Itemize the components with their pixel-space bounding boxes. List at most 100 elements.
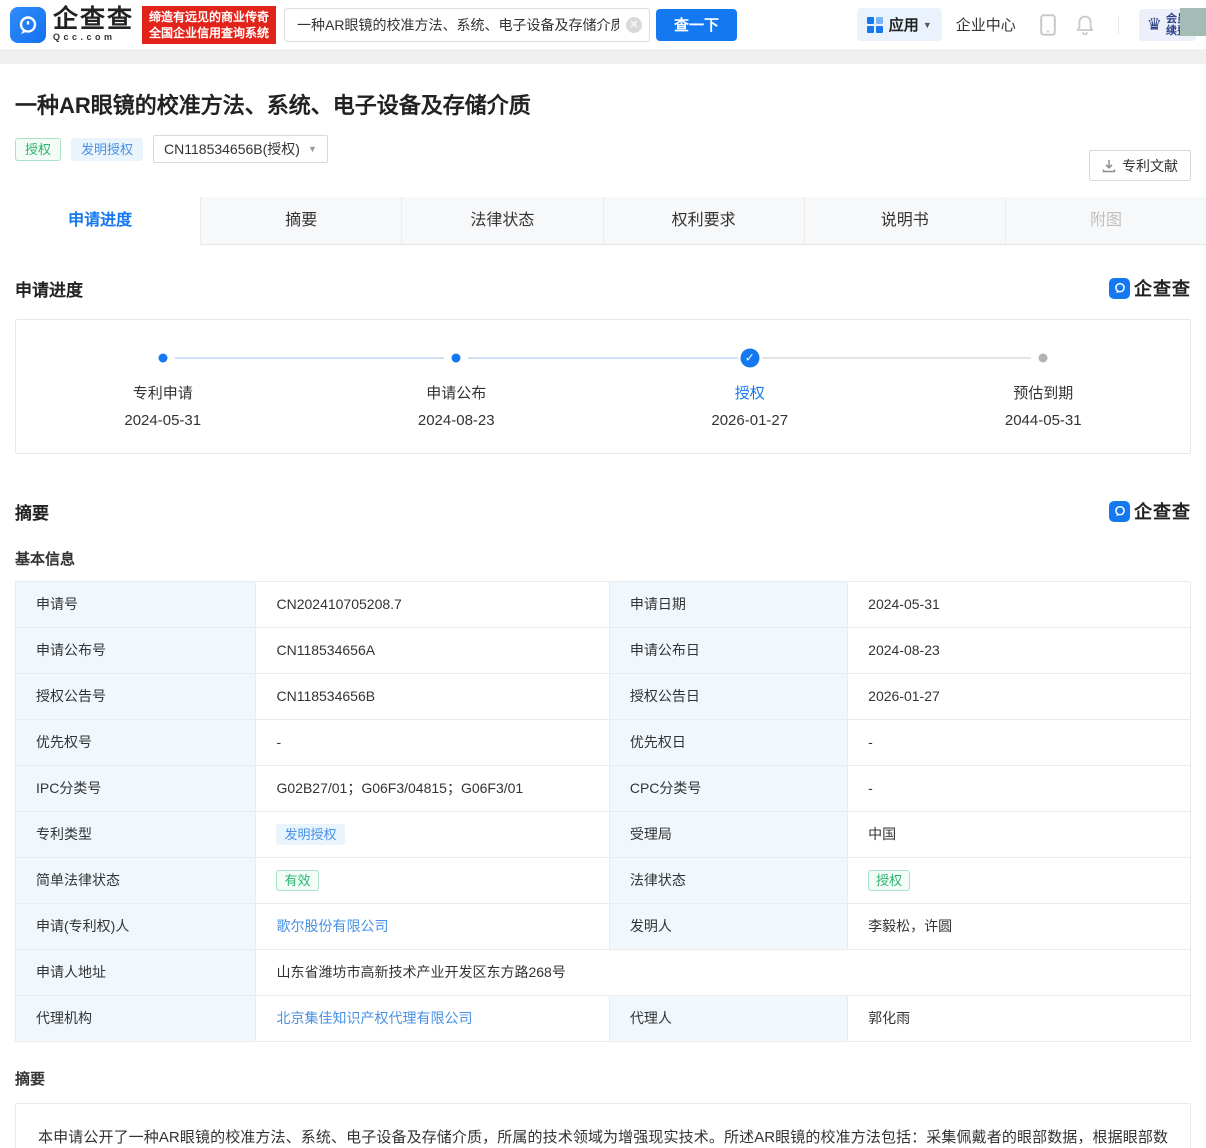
qcc-watermark: 企查查 bbox=[1109, 275, 1191, 301]
apps-label: 应用 bbox=[889, 14, 919, 35]
cell-label: 申请号 bbox=[16, 582, 255, 627]
cell: CN118534656A bbox=[255, 628, 608, 673]
patent-type-badge: 发明授权 bbox=[71, 138, 143, 161]
table-row: 申请公布号CN118534656A申请公布日2024-08-23 bbox=[16, 628, 1190, 674]
cell: 2026-01-27 bbox=[847, 674, 1190, 719]
tab-说明书[interactable]: 说明书 bbox=[805, 197, 1006, 244]
apps-menu[interactable]: 应用 ▼ bbox=[857, 8, 942, 41]
progress-section-title: 申请进度 bbox=[15, 276, 83, 301]
top-header: 企查查 Qcc.com 缔造有远见的商业传奇 全国企业信用查询系统 ✕ 查一下 … bbox=[0, 0, 1206, 50]
slogan-line1: 缔造有远见的商业传奇 bbox=[149, 9, 269, 25]
status-tag: 有效 bbox=[276, 870, 318, 891]
patent-number-select[interactable]: CN118534656B(授权) ▼ bbox=[153, 135, 328, 163]
slogan-line2: 全国企业信用查询系统 bbox=[149, 25, 269, 41]
cell-value: - bbox=[276, 734, 281, 750]
timeline-dot bbox=[1039, 354, 1048, 363]
table-row: 申请人地址山东省潍坊市高新技术产业开发区东方路268号 bbox=[16, 950, 1190, 996]
timeline-step-date: 2026-01-27 bbox=[603, 412, 897, 429]
enterprise-center-link[interactable]: 企业中心 bbox=[956, 14, 1016, 35]
table-row: 代理机构 北京集佳知识产权代理有限公司 代理人 郭化雨 bbox=[16, 996, 1190, 1041]
floating-side-widget[interactable] bbox=[1180, 8, 1206, 36]
check-circle-icon: ✓ bbox=[740, 349, 759, 368]
cell-label: CPC分类号 bbox=[609, 766, 847, 811]
header-nav: 应用 ▼ 企业中心 ♛ 会员 续费 bbox=[857, 8, 1196, 41]
qcc-watermark: 企查查 bbox=[1109, 498, 1191, 524]
timeline-step: 申请公布2024-08-23 bbox=[310, 348, 604, 429]
cell-label: 申请人地址 bbox=[16, 950, 255, 995]
cell: 山东省潍坊市高新技术产业开发区东方路268号 bbox=[255, 950, 1190, 995]
cell-label: 授权公告日 bbox=[609, 674, 847, 719]
notification-bell-icon[interactable] bbox=[1076, 15, 1094, 35]
company-link[interactable]: 北京集佳知识产权代理有限公司 bbox=[276, 1010, 472, 1026]
timeline-step-label: 专利申请 bbox=[16, 382, 310, 403]
cell-value: - bbox=[868, 734, 873, 750]
cell-label: 申请公布日 bbox=[609, 628, 847, 673]
timeline-step: 专利申请2024-05-31 bbox=[16, 348, 310, 429]
qcc-logo[interactable]: 企查查 Qcc.com bbox=[10, 7, 134, 43]
cell: 歌尔股份有限公司 bbox=[255, 904, 608, 949]
timeline-step: 预估到期2044-05-31 bbox=[897, 348, 1191, 429]
table-row: 专利类型发明授权受理局中国 bbox=[16, 812, 1190, 858]
cell-label: 受理局 bbox=[609, 812, 847, 857]
search-input[interactable] bbox=[284, 8, 650, 42]
cell: - bbox=[847, 766, 1190, 811]
patent-literature-button[interactable]: 专利文献 bbox=[1089, 150, 1191, 181]
timeline-step: ✓ 授权 2026-01-27 bbox=[603, 348, 897, 429]
tab-法律状态[interactable]: 法律状态 bbox=[402, 197, 603, 244]
timeline-step-label: 申请公布 bbox=[310, 382, 604, 403]
cell: 2024-08-23 bbox=[847, 628, 1190, 673]
qcc-watermark-icon bbox=[1109, 501, 1130, 522]
summary-section-title: 摘要 bbox=[15, 499, 49, 524]
search-button[interactable]: 查一下 bbox=[656, 9, 737, 41]
type-tag: 发明授权 bbox=[276, 824, 344, 845]
cell: 李毅松，许圆 bbox=[847, 904, 1190, 949]
brand-text: 企查查 Qcc.com bbox=[53, 7, 134, 42]
clear-search-icon[interactable]: ✕ bbox=[626, 17, 642, 33]
basic-info-title: 基本信息 bbox=[15, 548, 1191, 569]
qcc-watermark-text: 企查查 bbox=[1134, 275, 1191, 301]
brand-name: 企查查 bbox=[53, 7, 134, 32]
cell-label: 优先权日 bbox=[609, 720, 847, 765]
table-row: 优先权号 - 优先权日 - bbox=[16, 720, 1190, 766]
company-link[interactable]: 歌尔股份有限公司 bbox=[276, 918, 388, 934]
cell-value: G02B27/01；G06F3/04815；G06F3/01 bbox=[276, 780, 523, 796]
cell: 有效 bbox=[255, 858, 608, 903]
timeline-dot bbox=[158, 354, 167, 363]
nav-divider bbox=[1118, 16, 1119, 34]
mobile-app-icon[interactable] bbox=[1040, 14, 1056, 36]
cell-value: 2024-05-31 bbox=[868, 596, 940, 612]
cell-label: 代理机构 bbox=[16, 996, 255, 1041]
timeline-dot bbox=[452, 354, 461, 363]
patent-literature-label: 专利文献 bbox=[1122, 156, 1178, 176]
cell-label: 授权公告号 bbox=[16, 674, 255, 719]
cell: CN118534656B bbox=[255, 674, 608, 719]
tab-权利要求[interactable]: 权利要求 bbox=[604, 197, 805, 244]
qcc-watermark-icon bbox=[1109, 278, 1130, 299]
tab-申请进度[interactable]: 申请进度 bbox=[0, 197, 201, 245]
cell-label: 发明人 bbox=[609, 904, 847, 949]
basic-info-table: 申请号CN202410705208.7申请日期2024-05-31申请公布号CN… bbox=[15, 581, 1191, 1042]
cell-value: 李毅松，许圆 bbox=[868, 918, 952, 934]
cell: 2024-05-31 bbox=[847, 582, 1190, 627]
timeline-step-label: 授权 bbox=[603, 382, 897, 403]
cell-label: 优先权号 bbox=[16, 720, 255, 765]
tab-bar: 申请进度摘要法律状态权利要求说明书附图 bbox=[0, 197, 1206, 245]
cell-value: - bbox=[868, 780, 873, 796]
cell-label: 代理人 bbox=[609, 996, 847, 1041]
cell: 授权 bbox=[847, 858, 1190, 903]
tab-附图[interactable]: 附图 bbox=[1006, 197, 1206, 244]
cell: 发明授权 bbox=[255, 812, 608, 857]
page-background-gap bbox=[0, 50, 1206, 64]
patent-tags: 授权 发明授权 CN118534656B(授权) ▼ bbox=[15, 135, 1191, 163]
cell-value: 郭化雨 bbox=[868, 1010, 910, 1026]
progress-timeline: 专利申请2024-05-31申请公布2024-08-23 ✓ 授权 2026-01-2… bbox=[15, 319, 1191, 454]
table-row: 申请(专利权)人歌尔股份有限公司发明人李毅松，许圆 bbox=[16, 904, 1190, 950]
cell-label: 申请日期 bbox=[609, 582, 847, 627]
download-icon bbox=[1102, 159, 1116, 173]
cell-label: 简单法律状态 bbox=[16, 858, 255, 903]
crown-icon: ♛ bbox=[1147, 16, 1162, 33]
tab-摘要[interactable]: 摘要 bbox=[201, 197, 402, 244]
cell: 郭化雨 bbox=[847, 996, 1190, 1041]
brand-domain: Qcc.com bbox=[53, 32, 134, 42]
cell-value: 2026-01-27 bbox=[868, 688, 940, 704]
